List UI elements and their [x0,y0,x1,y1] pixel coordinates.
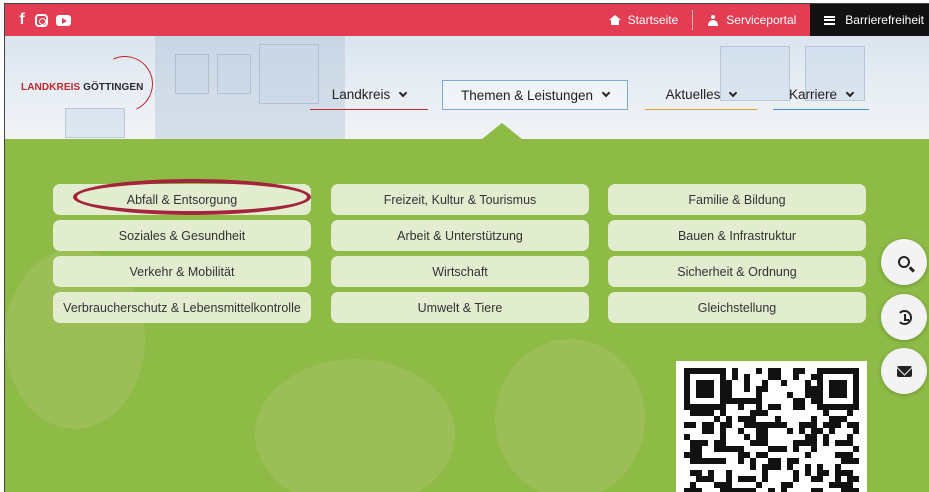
dropdown-pointer [482,123,522,139]
search-button[interactable] [881,239,927,285]
topic-label: Sicherheit & Ordnung [677,264,797,279]
home-link-label: Startseite [627,13,679,27]
page: f Startseite Serviceportal Barrierefreih… [4,3,929,492]
accessibility-label: Barrierefreiheit [845,13,924,27]
topic-sicherheit[interactable]: Sicherheit & Ordnung [608,256,866,287]
serviceportal-link-label: Serviceportal [726,13,797,27]
topic-label: Umwelt & Tiere [417,300,503,315]
topic-label: Verbraucherschutz & Lebensmittelkontroll… [63,300,301,315]
nav-item-landkreis[interactable]: Landkreis [310,80,428,110]
header: LANDKREIS GÖTTINGEN Landkreis Themen & L… [5,36,929,139]
chevron-down-icon [845,88,855,97]
home-icon [608,15,621,25]
building-window [175,54,209,94]
chevron-down-icon [399,88,408,97]
qr-code-pattern [684,368,859,492]
qr-module [852,488,859,492]
social-links: f [5,11,71,29]
nav-item-label: Karriere [788,87,837,102]
top-links: Startseite Serviceportal Barrierefreihei… [595,4,929,36]
topic-label: Freizeit, Kultur & Tourismus [383,192,537,207]
user-icon [707,14,719,26]
nav-item-label: Themen & Leistungen [460,87,594,103]
search-icon [898,256,910,268]
background-blur [495,339,645,492]
nav-item-aktuelles[interactable]: Aktuelles [645,80,757,110]
topic-bauen[interactable]: Bauen & Infrastruktur [608,220,866,251]
menu-icon [824,15,836,25]
topic-familie[interactable]: Familie & Bildung [608,184,866,215]
mail-icon [896,365,912,377]
qr-code [676,361,867,492]
logo-part-1: LANDKREIS [21,82,81,93]
topic-label: Familie & Bildung [688,192,786,207]
topic-verbraucherschutz[interactable]: Verbraucherschutz & Lebensmittelkontroll… [53,292,311,323]
topic-label: Arbeit & Unterstützung [397,228,523,243]
chevron-down-icon [601,88,611,98]
instagram-icon[interactable] [35,13,48,27]
background-blur [255,359,455,492]
nav-item-label: Aktuelles [665,87,721,102]
logo-part-2: GÖTTINGEN [83,82,144,93]
topic-gleichstellung[interactable]: Gleichstellung [608,292,866,323]
nav-item-label: Landkreis [331,87,391,102]
facebook-icon[interactable]: f [17,11,27,29]
accessibility-menu-button[interactable]: Barrierefreiheit [810,4,929,36]
topic-freizeit[interactable]: Freizeit, Kultur & Tourismus [331,184,589,215]
nav-item-themen[interactable]: Themen & Leistungen [442,80,628,110]
chevron-down-icon [729,88,738,97]
topic-label: Gleichstellung [697,300,777,315]
nav-item-karriere[interactable]: Karriere [773,80,869,110]
history-button[interactable] [881,294,927,340]
logo[interactable]: LANDKREIS GÖTTINGEN [21,82,143,93]
top-bar: f Startseite Serviceportal Barrierefreih… [5,4,929,36]
topic-umwelt[interactable]: Umwelt & Tiere [331,292,589,323]
topic-label: Bauen & Infrastruktur [677,228,797,243]
building-window [65,108,125,138]
topic-label: Soziales & Gesundheit [118,228,246,243]
topic-verkehr[interactable]: Verkehr & Mobilität [53,256,311,287]
building-window [217,54,251,94]
topic-label: Verkehr & Mobilität [129,264,235,279]
topic-arbeit[interactable]: Arbeit & Unterstützung [331,220,589,251]
highlight-ellipse [73,179,311,215]
topic-wirtschaft[interactable]: Wirtschaft [331,256,589,287]
topic-label: Wirtschaft [432,264,488,279]
history-icon [896,309,912,325]
topic-soziales[interactable]: Soziales & Gesundheit [53,220,311,251]
home-link[interactable]: Startseite [595,10,693,30]
serviceportal-link[interactable]: Serviceportal [692,10,810,30]
mail-button[interactable] [881,348,927,394]
youtube-icon[interactable] [56,14,71,26]
